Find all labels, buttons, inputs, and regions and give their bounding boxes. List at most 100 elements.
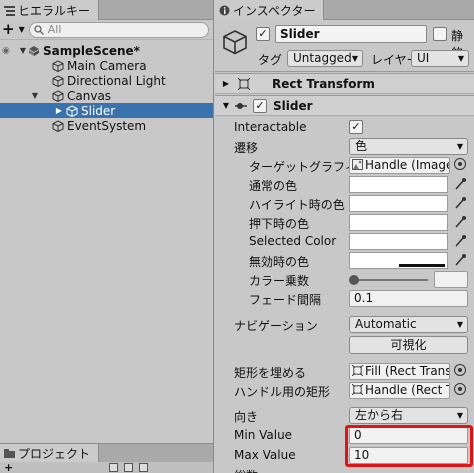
info-icon: [219, 5, 230, 15]
prop-label: 矩形を埋める: [234, 366, 307, 380]
prop-label: フェード間隔: [249, 293, 322, 307]
collapsed-arrow-icon[interactable]: ▶: [54, 106, 64, 115]
static-checkbox[interactable]: [433, 27, 447, 41]
tag-dropdown[interactable]: Untagged ▼: [287, 50, 363, 67]
tab-inspector[interactable]: インスペクター: [215, 0, 325, 20]
prop-disabled-color: 無効時の色: [215, 251, 474, 270]
expand-arrow-icon[interactable]: ▼: [18, 46, 28, 55]
prop-label: Interactable: [234, 120, 307, 134]
prop-label: 向き: [234, 410, 259, 424]
transition-dropdown[interactable]: 色 ▼: [349, 138, 468, 155]
rect-transform-icon: [351, 383, 364, 396]
tag-label: タグ: [258, 53, 283, 67]
tab-inspector-label: インスペクター: [233, 3, 316, 18]
handle-rect-field[interactable]: Handle (Rect Tra: [349, 382, 450, 399]
navigation-dropdown[interactable]: Automatic ▼: [349, 316, 468, 333]
tree-item-label: EventSystem: [67, 118, 147, 133]
filter-icon[interactable]: [109, 463, 119, 472]
visualize-button[interactable]: 可視化: [349, 336, 468, 354]
scene-row[interactable]: ◉ ▼ SampleScene*: [0, 43, 213, 58]
tree-item-label: Directional Light: [67, 73, 166, 88]
gameobject-cube-icon: [52, 59, 64, 72]
tree-item-main-camera[interactable]: Main Camera: [0, 58, 213, 73]
handle-rect-value: Handle (Rect Tra: [365, 383, 449, 397]
prop-target-graphic: ターゲットグラフィックス Handle (Image): [215, 156, 474, 175]
fill-rect-value: Fill (Rect Transfo: [365, 364, 449, 378]
search-placeholder: All: [47, 23, 62, 36]
tab-hierarchy[interactable]: ヒエラルキー: [0, 0, 100, 20]
tree-item-canvas[interactable]: ▼ Canvas: [0, 88, 213, 103]
eyedropper-icon[interactable]: [454, 253, 466, 267]
gameobject-cube-icon: [52, 119, 64, 132]
eyedropper-icon[interactable]: [454, 177, 466, 191]
object-picker-icon[interactable]: [454, 364, 466, 376]
component-title: Rect Transform: [272, 76, 375, 91]
disabled-color-field[interactable]: [349, 252, 448, 269]
normal-color-field[interactable]: [349, 176, 448, 193]
hierarchy-toolbar: + ▼ All: [0, 20, 213, 40]
direction-dropdown[interactable]: 左から右 ▼: [349, 407, 468, 424]
prop-pressed-color: 押下時の色: [215, 213, 474, 232]
multiplier-slider-knob[interactable]: [349, 275, 359, 285]
object-header: ✓ Slider 静的 ▼ タグ Untagged▼ レイヤー UI▼: [215, 20, 474, 72]
selected-color-field[interactable]: [349, 233, 448, 250]
fill-rect-field[interactable]: Fill (Rect Transfo: [349, 363, 450, 380]
component-enabled-checkbox[interactable]: ✓: [253, 98, 267, 113]
project-add-icon[interactable]: +: [4, 462, 13, 473]
hierarchy-tabbar: ヒエラルキー: [0, 0, 213, 20]
eyedropper-icon[interactable]: [454, 196, 466, 210]
inspector-panel: インスペクター ✓ Slider 静的 ▼ タグ Untagged▼ レイヤー …: [215, 0, 474, 473]
tree-item-label: Slider: [81, 103, 116, 118]
collapsed-arrow-icon[interactable]: ▶: [220, 79, 232, 88]
chevron-down-icon: ▼: [351, 54, 358, 63]
object-picker-icon[interactable]: [454, 158, 466, 170]
prop-label: 総数: [234, 467, 258, 473]
search-input[interactable]: All: [28, 21, 209, 38]
gameobject-cube-icon: [66, 104, 78, 117]
multiplier-field[interactable]: [434, 271, 468, 288]
prop-label: ハンドル用の矩形: [234, 385, 331, 399]
pressed-color-field[interactable]: [349, 214, 448, 231]
add-button[interactable]: +: [2, 22, 15, 37]
visibility-icon[interactable]: ◉: [2, 46, 12, 56]
object-name-field[interactable]: Slider: [275, 25, 427, 43]
component-rect-transform[interactable]: ▶ Rect Transform: [215, 73, 474, 94]
highlighted-color-field[interactable]: [349, 195, 448, 212]
prop-color-multiplier: カラー乗数: [215, 270, 474, 289]
multiplier-slider-track[interactable]: [351, 279, 428, 281]
target-graphic-field[interactable]: Handle (Image): [349, 157, 450, 174]
star-icon[interactable]: [139, 463, 149, 472]
eyedropper-icon[interactable]: [454, 215, 466, 229]
interactable-checkbox[interactable]: ✓: [349, 120, 363, 134]
tree-item-directional-light[interactable]: Directional Light: [0, 73, 213, 88]
active-checkbox[interactable]: ✓: [256, 27, 270, 41]
expand-arrow-icon[interactable]: ▼: [30, 91, 40, 100]
fade-duration-field[interactable]: 0.1: [349, 290, 468, 307]
prop-navigation: ナビゲーション Automatic ▼: [215, 315, 474, 334]
layer-dropdown[interactable]: UI ▼: [411, 50, 469, 67]
rect-transform-icon: [238, 77, 250, 90]
component-slider[interactable]: ▼ ✓ Slider: [215, 95, 474, 116]
project-toolbar: +: [0, 462, 213, 473]
tab-project[interactable]: プロジェクト: [0, 444, 100, 463]
prop-label: ハイライト時の色: [249, 198, 345, 212]
eyedropper-icon[interactable]: [454, 234, 466, 248]
min-max-highlight-box: [345, 425, 473, 467]
prop-highlighted-color: ハイライト時の色: [215, 194, 474, 213]
list-icon: [4, 5, 15, 16]
expand-arrow-icon[interactable]: ▼: [220, 101, 232, 110]
component-title: Slider: [273, 98, 313, 113]
scene-label: SampleScene*: [43, 43, 140, 58]
tree-item-eventsystem[interactable]: EventSystem: [0, 118, 213, 133]
chevron-down-icon[interactable]: ▼: [19, 25, 25, 34]
prop-visualize: 可視化: [215, 335, 474, 354]
prop-fade-duration: フェード間隔 0.1: [215, 289, 474, 308]
target-graphic-value: Handle (Image): [365, 158, 450, 172]
prop-label: Max Value: [234, 448, 296, 462]
prop-direction: 向き 左から右 ▼: [215, 406, 474, 425]
transition-value: 色: [355, 139, 368, 153]
tree-item-slider[interactable]: ▶ Slider: [0, 103, 213, 118]
label-icon[interactable]: [124, 463, 134, 472]
object-picker-icon[interactable]: [454, 383, 466, 395]
slider-component-icon: [235, 102, 247, 109]
